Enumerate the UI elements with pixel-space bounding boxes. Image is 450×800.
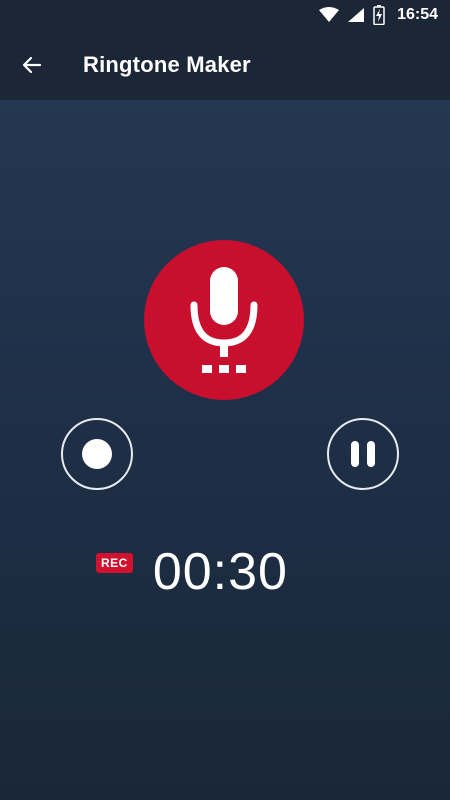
microphone-button[interactable] bbox=[144, 240, 304, 400]
rec-badge: REC bbox=[96, 553, 133, 573]
signal-icon bbox=[348, 8, 365, 22]
elapsed-timer: 00:30 bbox=[152, 543, 288, 601]
battery-charging-icon bbox=[373, 5, 385, 25]
microphone-icon bbox=[190, 267, 258, 373]
arrow-left-icon bbox=[22, 56, 42, 74]
wifi-icon bbox=[319, 7, 340, 22]
record-button[interactable] bbox=[61, 418, 133, 490]
app-bar: Ringtone Maker bbox=[0, 30, 450, 100]
timer-row: REC 00:30 bbox=[96, 540, 288, 604]
record-dot-icon bbox=[82, 439, 112, 469]
status-time: 16:54 bbox=[397, 6, 438, 23]
pause-button[interactable] bbox=[327, 418, 399, 490]
status-bar: 16:54 bbox=[0, 0, 450, 30]
back-button[interactable] bbox=[2, 35, 62, 95]
page-title: Ringtone Maker bbox=[83, 52, 251, 77]
pause-icon bbox=[351, 441, 375, 467]
